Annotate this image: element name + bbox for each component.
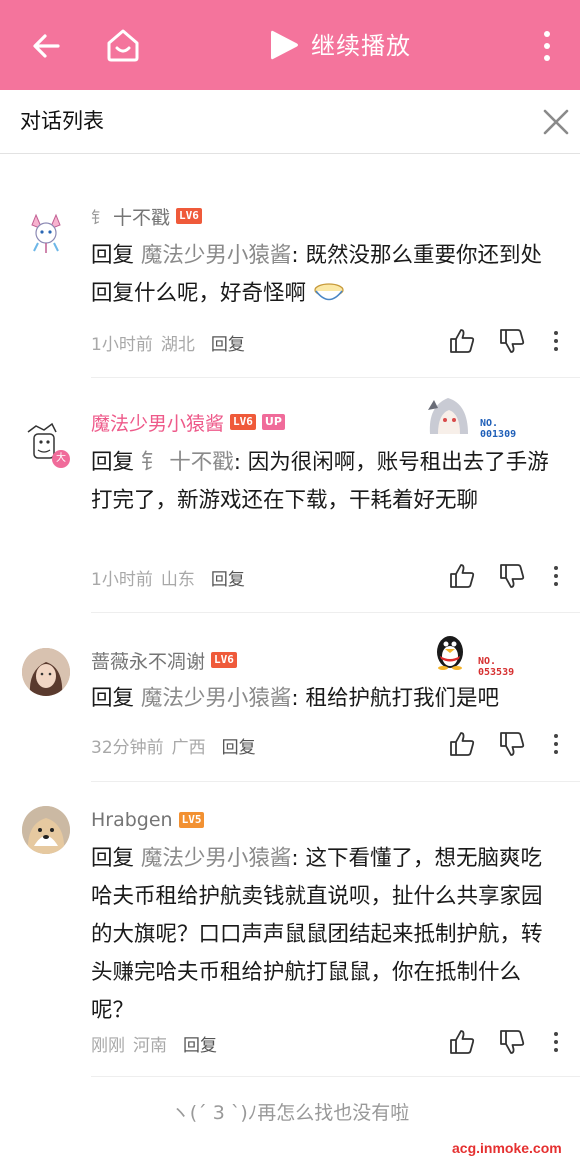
- comment-actions: [446, 1028, 566, 1060]
- close-icon[interactable]: [542, 108, 570, 136]
- level-badge: LV6: [230, 414, 256, 430]
- up-badge: UP: [261, 414, 285, 430]
- name-row: Hrabgen LV5: [91, 806, 205, 834]
- comment-actions: [446, 730, 566, 762]
- comment-content: : 租给护航打我们是吧: [291, 686, 499, 711]
- reply-button[interactable]: 回复: [183, 1031, 217, 1056]
- reply-button[interactable]: 回复: [211, 330, 245, 355]
- username[interactable]: Hrabgen: [91, 809, 173, 831]
- avatar-badge: 大: [52, 450, 70, 468]
- reply-word: 回复: [91, 846, 135, 871]
- comment-item: 钅 十不戳 LV6 回复 魔法少男小猿酱: 既然没那么重要你还到处回复什么呢，好…: [0, 155, 580, 378]
- more-options-icon[interactable]: [551, 327, 561, 355]
- name-row: 魔法少男小猿酱 LV6 UP: [91, 408, 285, 436]
- end-of-list-text: ヽ(´ 3 `)ﾉ再怎么找也没有啦: [170, 1102, 410, 1124]
- comment-content: : 这下看懂了，想无脑爽吃哈夫币租给护航卖钱就直说呗，扯什么共享家园的大旗呢？口…: [91, 846, 543, 1023]
- comment-location: 湖北: [160, 334, 195, 355]
- reply-button[interactable]: 回复: [211, 565, 245, 590]
- reply-target[interactable]: 魔法少男小猿酱: [141, 686, 292, 711]
- watermark: acg.inmoke.com: [452, 1140, 562, 1156]
- top-bar: 继续播放: [0, 0, 580, 90]
- back-arrow-icon[interactable]: [28, 28, 64, 64]
- comment-actions: [446, 562, 566, 594]
- divider: [91, 612, 580, 613]
- level-badge: LV5: [178, 812, 205, 828]
- comment-time: 刚刚: [91, 1035, 125, 1056]
- more-vertical-icon[interactable]: [538, 28, 556, 64]
- thumbs-down-icon[interactable]: [498, 562, 526, 590]
- comment-location: 广西: [171, 737, 206, 758]
- thumbs-down-icon[interactable]: [498, 730, 526, 758]
- bowl-emoji-icon: [314, 283, 344, 301]
- more-options-icon[interactable]: [551, 562, 561, 590]
- avatar[interactable]: [22, 648, 70, 696]
- reply-target[interactable]: 钅 十不戳: [141, 450, 234, 475]
- play-icon[interactable]: [268, 28, 300, 62]
- dialog-header: 对话列表: [0, 90, 580, 154]
- comment-item: 大 魔法少男小猿酱 LV6 UP NO. 001309 回复 钅 十不戳: 因为…: [0, 378, 580, 613]
- qq-penguin-icon: [437, 636, 463, 670]
- reply-target[interactable]: 魔法少男小猿酱: [141, 243, 292, 268]
- continue-play-title[interactable]: 继续播放: [311, 26, 411, 66]
- home-tv-icon[interactable]: [104, 26, 142, 64]
- fan-medal-badge: NO. 001309: [424, 390, 534, 440]
- comment-location: 河南: [133, 1035, 167, 1056]
- reply-word: 回复: [91, 686, 135, 711]
- reply-target[interactable]: 魔法少男小猿酱: [141, 846, 292, 871]
- more-options-icon[interactable]: [551, 730, 561, 758]
- divider: [91, 1076, 580, 1077]
- thumbs-up-icon[interactable]: [448, 562, 476, 590]
- comment-meta: 1小时前 山东 回复: [91, 562, 245, 592]
- thumbs-up-icon[interactable]: [448, 327, 476, 355]
- comment-actions: [446, 327, 566, 359]
- comment-location: 山东: [160, 569, 195, 590]
- comment-text: 回复 魔法少男小猿酱: 既然没那么重要你还到处回复什么呢，好奇怪啊: [91, 237, 563, 313]
- fan-medal-number: NO. 053539: [478, 656, 515, 678]
- comment-item: Hrabgen LV5 回复 魔法少男小猿酱: 这下看懂了，想无脑爽吃哈夫币租给…: [0, 782, 580, 1078]
- reply-word: 回复: [91, 450, 135, 475]
- reply-button[interactable]: 回复: [222, 733, 256, 758]
- username[interactable]: 魔法少男小猿酱: [91, 409, 224, 436]
- name-prefix: 钅: [91, 208, 108, 227]
- name-row: 蔷薇永不凋谢 LV6: [91, 646, 237, 674]
- reply-word: 回复: [91, 243, 135, 268]
- comment-time: 1小时前: [91, 334, 153, 355]
- comment-item: 蔷薇永不凋谢 LV6 NO. 053539 回复 魔法少男小猿酱: 租给护航打我…: [0, 614, 580, 782]
- fan-medal-number: NO. 001309: [480, 418, 517, 440]
- thumbs-up-icon[interactable]: [448, 1028, 476, 1056]
- comment-meta: 1小时前 湖北 回复: [91, 327, 245, 357]
- comment-time: 32分钟前: [91, 737, 164, 758]
- comment-meta: 刚刚 河南 回复: [91, 1028, 217, 1058]
- dialog-title: 对话列表: [20, 109, 104, 133]
- comment-text: 回复 魔法少男小猿酱: 这下看懂了，想无脑爽吃哈夫币租给护航卖钱就直说呗，扯什么…: [91, 840, 563, 1030]
- comment-text: 回复 钅 十不戳: 因为很闲啊，账号租出去了手游打完了，新游戏还在下载，干耗着好…: [91, 444, 563, 520]
- username[interactable]: 蔷薇永不凋谢: [91, 647, 205, 674]
- thumbs-down-icon[interactable]: [498, 1028, 526, 1056]
- comment-text: 回复 魔法少男小猿酱: 租给护航打我们是吧: [91, 680, 563, 718]
- thumbs-down-icon[interactable]: [498, 327, 526, 355]
- anime-girl-badge-icon: [428, 398, 468, 434]
- fan-medal-badge: NO. 053539: [428, 630, 538, 678]
- more-options-icon[interactable]: [551, 1028, 561, 1056]
- avatar[interactable]: [22, 806, 70, 854]
- comment-time: 1小时前: [91, 569, 153, 590]
- name-row: 钅 十不戳 LV6: [91, 202, 202, 230]
- thumbs-up-icon[interactable]: [448, 730, 476, 758]
- avatar[interactable]: [22, 207, 70, 255]
- level-badge: LV6: [211, 652, 237, 668]
- comment-meta: 32分钟前 广西 回复: [91, 730, 256, 760]
- level-badge: LV6: [176, 208, 202, 224]
- avatar[interactable]: 大: [22, 420, 70, 468]
- username[interactable]: 十不戳: [113, 203, 170, 230]
